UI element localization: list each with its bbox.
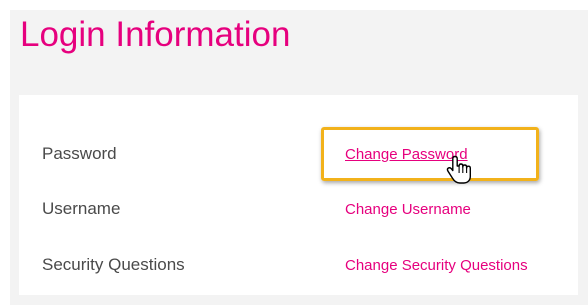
change-security-questions-link[interactable]: Change Security Questions	[345, 257, 528, 275]
security-questions-label: Security Questions	[42, 255, 185, 274]
username-label: Username	[42, 199, 121, 218]
password-label: Password	[42, 144, 117, 163]
hand-pointer-icon	[446, 155, 471, 184]
change-username-link[interactable]: Change Username	[345, 201, 471, 219]
highlight-box	[321, 127, 539, 181]
page-title: Login Information	[20, 15, 291, 54]
